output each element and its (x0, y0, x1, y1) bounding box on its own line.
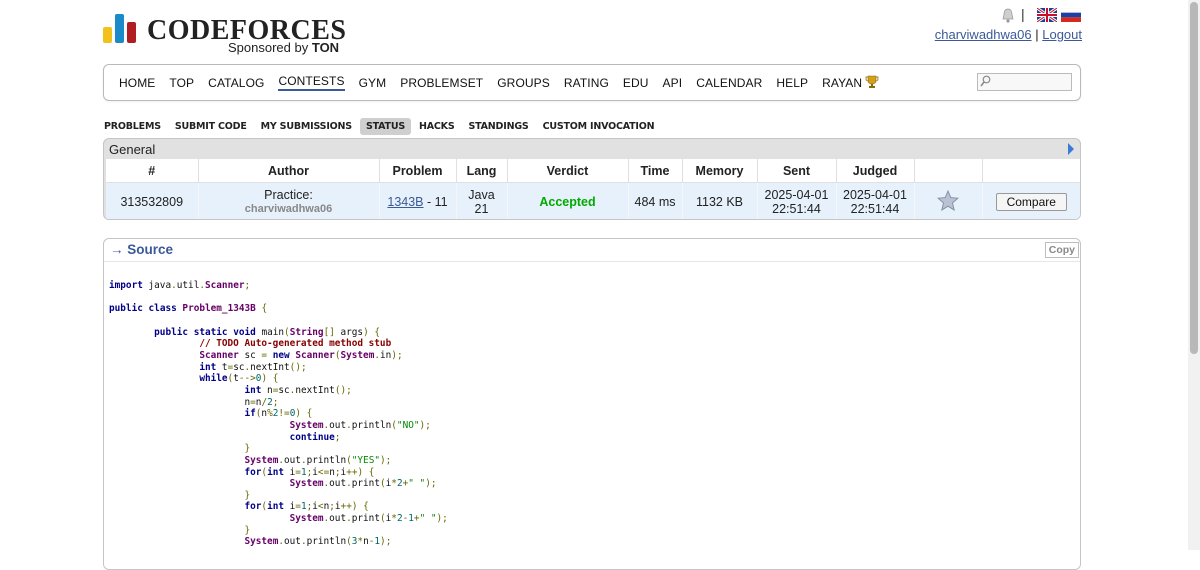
lang-separator: | (1021, 6, 1025, 22)
page-scrollbar[interactable] (1188, 0, 1200, 550)
table-row: 313532809 Practice: charviwadhwa06 1343B… (106, 182, 1080, 219)
col-memory: Memory (682, 159, 758, 183)
contest-submenu: PROBLEMS SUBMIT CODE MY SUBMISSIONS STAT… (103, 117, 662, 135)
verdict-accepted: Accepted (539, 194, 596, 209)
submission-general-panel: General # Author Problem Lang Verdict Ti… (103, 138, 1081, 220)
russian-flag-icon[interactable] (1061, 8, 1081, 22)
search-icon (980, 75, 991, 87)
lang-cell: Java 21 (456, 182, 508, 219)
nav-rayan[interactable]: RAYAN (822, 75, 879, 90)
nav-rating[interactable]: RATING (564, 76, 609, 90)
nav-gym[interactable]: GYM (359, 76, 387, 90)
english-flag-icon[interactable] (1037, 8, 1057, 22)
bell-icon[interactable] (1001, 8, 1015, 23)
trophy-icon (865, 75, 879, 88)
problem-suffix: - 11 (423, 194, 448, 209)
compare-cell: Compare (982, 182, 1080, 219)
col-problem: Problem (379, 159, 457, 183)
nav-edu[interactable]: EDU (623, 76, 649, 90)
col-judged: Judged (836, 159, 915, 183)
subnav-submit-code[interactable]: SUBMIT CODE (169, 118, 253, 135)
copy-button[interactable]: Copy (1044, 242, 1079, 258)
subnav-my-submissions[interactable]: MY SUBMISSIONS (255, 118, 358, 135)
compare-button[interactable]: Compare (995, 192, 1067, 211)
col-id: # (106, 159, 199, 183)
col-lang: Lang (456, 159, 508, 183)
col-author: Author (198, 159, 380, 183)
author-cell: Practice: charviwadhwa06 (198, 182, 380, 219)
judged-cell: 2025-04-01 22:51:44 (836, 182, 915, 219)
source-code[interactable]: import java.util.Scanner; public class P… (109, 280, 448, 548)
nav-groups[interactable]: GROUPS (497, 76, 550, 90)
col-verdict: Verdict (507, 159, 629, 183)
nav-home[interactable]: HOME (119, 76, 155, 90)
search-box[interactable] (977, 73, 1072, 91)
problem-cell: 1343B - 11 (379, 182, 457, 219)
favorite-cell (914, 182, 983, 219)
nav-rayan-label: RAYAN (822, 76, 863, 90)
memory-cell: 1132 KB (682, 182, 758, 219)
nav-top[interactable]: TOP (169, 76, 194, 90)
source-divider (104, 261, 1080, 262)
logo-bars-icon (103, 13, 139, 43)
submission-table: # Author Problem Lang Verdict Time Memor… (106, 159, 1080, 219)
main-menu: HOME TOP CATALOG CONTESTS GYM PROBLEMSET… (103, 64, 1081, 101)
nav-api[interactable]: API (663, 76, 683, 90)
subnav-status[interactable]: STATUS (359, 117, 411, 135)
nav-calendar[interactable]: CALENDAR (696, 76, 762, 90)
subnav-custom-invocation[interactable]: CUSTOM INVOCATION (537, 118, 661, 135)
scrollbar-thumb[interactable] (1190, 2, 1198, 354)
col-favorite (914, 159, 983, 183)
submission-id: 313532809 (106, 182, 199, 219)
nav-problemset[interactable]: PROBLEMSET (400, 76, 483, 90)
sponsor-text: Sponsored by TON (228, 40, 340, 55)
logout-link[interactable]: Logout (1042, 27, 1082, 42)
star-icon[interactable] (936, 189, 960, 211)
general-caption: General (109, 142, 156, 157)
codeforces-logo[interactable]: CODEFORCES Sponsored by TON (103, 13, 346, 57)
author-prefix: Practice: (264, 187, 313, 202)
col-sent: Sent (757, 159, 837, 183)
nav-help[interactable]: HELP (776, 76, 808, 90)
author-handle[interactable]: charviwadhwa06 (200, 202, 378, 216)
nav-contests[interactable]: CONTESTS (278, 74, 345, 91)
verdict-cell: Accepted (507, 182, 629, 219)
search-input[interactable] (992, 74, 1070, 90)
user-separator: | (1035, 27, 1039, 42)
user-links: charviwadhwa06 | Logout (935, 27, 1082, 42)
subnav-problems[interactable]: PROBLEMS (103, 118, 167, 135)
table-header-row: # Author Problem Lang Verdict Time Memor… (106, 159, 1080, 183)
problem-link[interactable]: 1343B (387, 195, 423, 209)
time-cell: 484 ms (628, 182, 683, 219)
triangle-right-icon[interactable] (1067, 143, 1075, 155)
subnav-standings[interactable]: STANDINGS (462, 118, 534, 135)
source-panel: → Source Copy import java.util.Scanner; … (103, 238, 1081, 570)
sent-cell: 2025-04-01 22:51:44 (757, 182, 837, 219)
source-title: → Source (110, 242, 174, 257)
nav-catalog[interactable]: CATALOG (208, 76, 264, 90)
col-time: Time (628, 159, 683, 183)
user-profile-link[interactable]: charviwadhwa06 (935, 27, 1032, 42)
subnav-hacks[interactable]: HACKS (413, 118, 460, 135)
col-compare (982, 159, 1080, 183)
